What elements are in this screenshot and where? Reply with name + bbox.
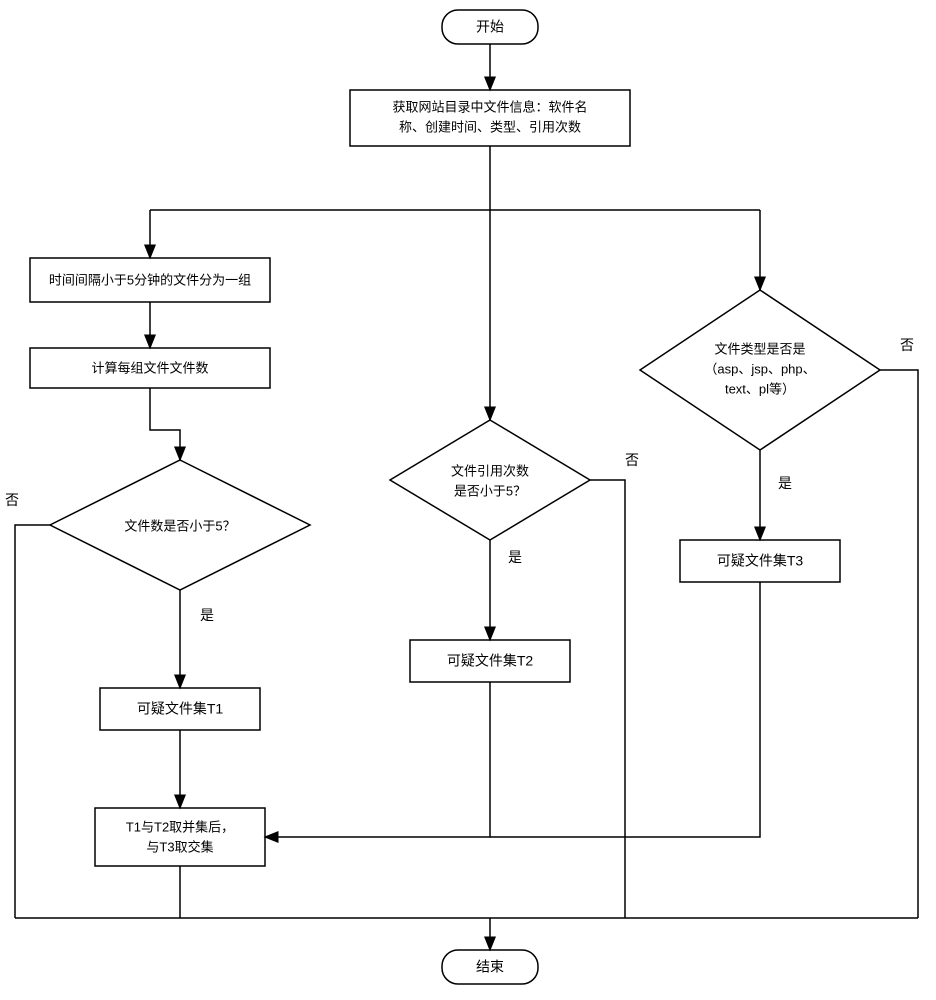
decision-file-type: 文件类型是否是 （asp、jsp、php、 text、pl等） (640, 290, 880, 450)
label-refs-l1: 文件引用次数 (451, 463, 529, 478)
edge-dcount-no (15, 525, 50, 918)
label-drefs-yes: 是 (508, 549, 522, 565)
label-combine-l1: T1与T2取并集后， (126, 819, 234, 834)
edge-dtype-no (880, 370, 918, 918)
label-start: 开始 (476, 19, 504, 35)
label-t3: 可疑文件集T3 (717, 553, 804, 569)
label-end: 结束 (476, 959, 504, 975)
node-start: 开始 (442, 10, 538, 44)
label-count: 计算每组文件文件数 (91, 360, 208, 375)
label-refs-l2: 是否小于5？ (454, 483, 526, 498)
edge-t2-combine (265, 682, 490, 837)
label-fetch-l1: 获取网站目录中文件信息：软件名 (392, 99, 587, 114)
label-decision-count: 文件数是否小于5？ (124, 518, 235, 533)
label-t1: 可疑文件集T1 (137, 701, 224, 717)
node-set-t2: 可疑文件集T2 (410, 640, 570, 682)
label-drefs-no: 否 (625, 452, 639, 468)
node-set-t3: 可疑文件集T3 (680, 540, 840, 582)
edge-count-dcount (150, 388, 180, 460)
label-fetch-l2: 称、创建时间、类型、引用次数 (399, 119, 581, 134)
node-fetch-info: 获取网站目录中文件信息：软件名 称、创建时间、类型、引用次数 (350, 90, 630, 146)
node-end: 结束 (442, 950, 538, 984)
flowchart-diagram: 开始 获取网站目录中文件信息：软件名 称、创建时间、类型、引用次数 时间间隔小于… (0, 0, 936, 1000)
node-combine: T1与T2取并集后， 与T3取交集 (95, 808, 265, 866)
node-count-files: 计算每组文件文件数 (30, 348, 270, 388)
label-t2: 可疑文件集T2 (447, 653, 534, 669)
label-combine-l2: 与T3取交集 (146, 839, 213, 854)
label-dtype-yes: 是 (778, 475, 792, 491)
edge-drefs-no (590, 480, 625, 918)
label-type-l1: 文件类型是否是 (714, 341, 805, 356)
label-dcount-yes: 是 (200, 607, 214, 623)
node-group-files: 时间间隔小于5分钟的文件分为一组 (30, 258, 270, 302)
label-type-l3: text、pl等） (725, 381, 795, 396)
label-group: 时间间隔小于5分钟的文件分为一组 (49, 272, 251, 287)
node-set-t1: 可疑文件集T1 (100, 688, 260, 730)
label-dcount-no: 否 (5, 492, 19, 508)
decision-references: 文件引用次数 是否小于5？ (390, 420, 590, 540)
label-dtype-no: 否 (900, 337, 914, 353)
label-type-l2: （asp、jsp、php、 (704, 361, 815, 376)
decision-file-count: 文件数是否小于5？ (50, 460, 310, 590)
